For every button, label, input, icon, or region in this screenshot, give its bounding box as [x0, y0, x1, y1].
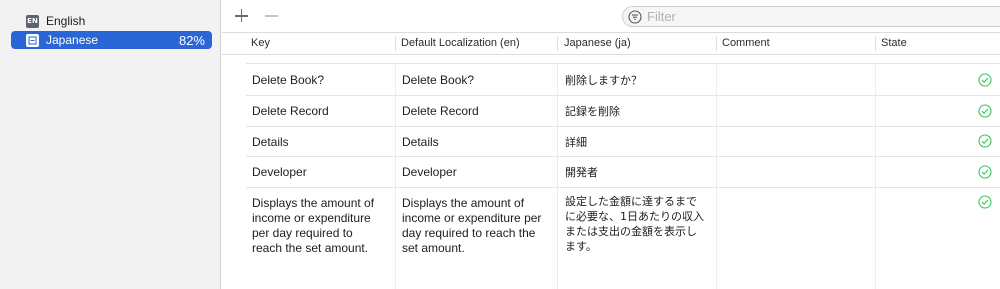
column-header-key[interactable]: Key	[246, 33, 270, 54]
checkmark-circle-icon	[978, 104, 992, 118]
remove-button[interactable]	[261, 5, 283, 27]
key-cell[interactable]: Delete Book?	[252, 73, 378, 88]
japanese-cell[interactable]: 開発者	[565, 165, 707, 180]
checkmark-circle-icon	[978, 73, 992, 87]
japanese-cell[interactable]: 設定した金額に達するまでに必要な、1日あたりの収入または支出の金額を表示します。	[565, 194, 707, 254]
default-cell[interactable]: Developer	[402, 165, 550, 180]
checkmark-circle-icon	[978, 134, 992, 148]
table-row[interactable]: Developer Developer 開発者	[246, 157, 1000, 188]
japanese-cell[interactable]: 詳細	[565, 135, 707, 150]
checkmark-circle-icon	[978, 165, 992, 179]
key-cell[interactable]: Delete Record	[252, 104, 378, 119]
default-cell[interactable]: Displays the amount of income or expendi…	[402, 196, 550, 256]
column-header-default-localization[interactable]: Default Localization (en)	[396, 33, 520, 54]
key-cell[interactable]: Details	[252, 135, 378, 150]
filter-field[interactable]	[622, 6, 1000, 27]
checkmark-circle-icon	[978, 195, 992, 209]
table-row[interactable]: Delete Record Delete Record 記録を削除	[246, 96, 1000, 127]
table-row[interactable]: Details Details 詳細	[246, 127, 1000, 157]
table-row[interactable]: Displays the amount of income or expendi…	[246, 188, 1000, 289]
main-panel: Key Default Localization (en) Japanese (…	[222, 0, 1000, 289]
table-row[interactable]: Delete Book? Delete Book? 削除しますか？	[246, 63, 1000, 96]
sidebar-item-japanese[interactable]: Japanese 82%	[11, 31, 212, 49]
sidebar-item-percent: 82%	[178, 32, 205, 48]
column-header-japanese[interactable]: Japanese (ja)	[559, 33, 631, 54]
sidebar: EN English Japanese 82%	[0, 0, 221, 289]
filter-icon	[628, 9, 642, 24]
toolbar	[222, 0, 1000, 32]
default-cell[interactable]: Delete Record	[402, 104, 550, 119]
language-badge-icon: EN	[26, 14, 39, 28]
sidebar-item-label: Japanese	[46, 33, 99, 47]
table-header: Key Default Localization (en) Japanese (…	[222, 32, 1000, 55]
column-header-state[interactable]: State	[876, 33, 907, 54]
key-cell[interactable]: Displays the amount of income or expendi…	[252, 196, 378, 256]
sidebar-item-label: English	[46, 14, 86, 28]
japanese-cell[interactable]: 記録を削除	[565, 104, 707, 119]
key-cell[interactable]: Developer	[252, 165, 378, 180]
column-header-comment[interactable]: Comment	[717, 33, 770, 54]
default-cell[interactable]: Delete Book?	[402, 73, 550, 88]
default-cell[interactable]: Details	[402, 135, 550, 150]
sidebar-item-english[interactable]: EN English	[11, 12, 212, 30]
add-button[interactable]	[231, 5, 253, 27]
japanese-cell[interactable]: 削除しますか？	[565, 73, 707, 88]
document-icon	[26, 33, 39, 47]
filter-input[interactable]	[647, 9, 947, 24]
